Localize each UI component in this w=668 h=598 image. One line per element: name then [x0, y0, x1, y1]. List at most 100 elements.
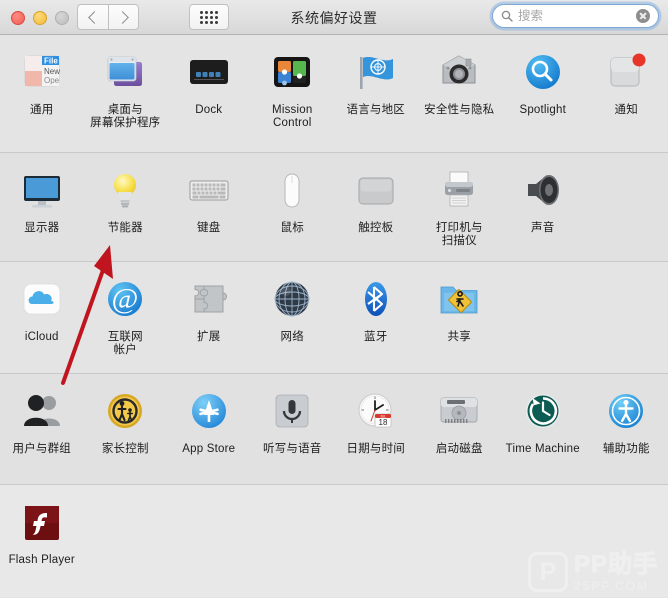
svg-text:@: @ [112, 283, 139, 315]
show-all-button[interactable] [189, 4, 229, 30]
minimize-button[interactable] [33, 11, 47, 25]
flash-player-icon [16, 497, 68, 549]
pref-pane-label: Dock [195, 104, 222, 117]
pref-pane-security-privacy[interactable]: 安全性与隐私 [418, 47, 502, 130]
pref-pane-startup-disk[interactable]: 启动磁盘 [418, 386, 502, 456]
pref-pane-label: 通用 [30, 104, 53, 117]
pref-pane-notifications[interactable]: 通知 [585, 47, 668, 130]
pref-pane-energy-saver[interactable]: 节能器 [84, 165, 168, 248]
general-icon: File New Ope [16, 47, 68, 99]
search-input[interactable] [518, 9, 636, 23]
pref-pane-icloud[interactable]: iCloud [0, 274, 84, 357]
pref-pane-printers-scanners[interactable]: 打印机与 扫描仪 [418, 165, 502, 248]
pref-pane-label: 蓝牙 [364, 331, 387, 344]
pref-pane-label: Mission Control [272, 104, 312, 130]
pref-pane-label: 日期与时间 [347, 443, 406, 456]
pref-pane-app-store[interactable]: App Store [167, 386, 251, 456]
pref-pane-flash-player[interactable]: Flash Player [0, 497, 84, 567]
sound-speaker-icon [517, 165, 569, 217]
pref-pane-keyboard[interactable]: 键盘 [167, 165, 251, 248]
personal-row: File New Ope 通用 [0, 35, 668, 153]
trackpad-icon [350, 165, 402, 217]
pref-pane-label: 听写与语音 [263, 443, 322, 456]
pref-pane-bluetooth[interactable]: 蓝牙 [334, 274, 418, 357]
pref-pane-spotlight[interactable]: Spotlight [501, 47, 585, 130]
close-button[interactable] [11, 11, 25, 25]
pref-pane-sharing[interactable]: 共享 [418, 274, 502, 357]
spotlight-icon [517, 47, 569, 99]
pref-pane-network[interactable]: 网络 [251, 274, 335, 357]
svg-text:Ope: Ope [44, 76, 60, 85]
parental-controls-icon [99, 386, 151, 438]
pref-pane-label: 键盘 [197, 222, 220, 235]
pref-pane-label: 声音 [531, 222, 554, 235]
chevron-left-icon [88, 11, 101, 24]
pref-pane-language-region[interactable]: 语言与地区 [334, 47, 418, 130]
pref-pane-general[interactable]: File New Ope 通用 [0, 47, 84, 130]
zoom-button-disabled [55, 11, 69, 25]
extensions-puzzle-icon [183, 274, 235, 326]
pref-pane-label: 共享 [448, 331, 471, 344]
clear-icon[interactable] [636, 9, 650, 23]
search-field[interactable] [492, 4, 659, 28]
internet-wireless-row: iCloud @ 互联 [0, 262, 668, 374]
traffic-light-buttons [11, 11, 69, 25]
svg-text:File: File [44, 57, 58, 66]
pref-pane-accessibility[interactable]: 辅助功能 [585, 386, 668, 456]
displays-icon [16, 165, 68, 217]
pref-pane-label: 触控板 [358, 222, 393, 235]
pref-pane-parental-controls[interactable]: 家长控制 [84, 386, 168, 456]
desktop-screensaver-icon [99, 47, 151, 99]
chevron-right-icon [116, 11, 129, 24]
pref-pane-dictation-speech[interactable]: 听写与语音 [251, 386, 335, 456]
dictation-speech-mic-icon [266, 386, 318, 438]
date-time-clock-icon: JUL 18 [350, 386, 402, 438]
network-globe-icon [266, 274, 318, 326]
pref-pane-desktop-screensaver[interactable]: 桌面与 屏幕保护程序 [84, 47, 168, 130]
pref-pane-dock[interactable]: Dock [167, 47, 251, 130]
system-row: 用户与群组 家长控制 [0, 374, 668, 485]
language-region-flag-icon [350, 47, 402, 99]
icloud-icon [16, 274, 68, 326]
pref-pane-label: 节能器 [108, 222, 143, 235]
startup-disk-icon [433, 386, 485, 438]
pref-pane-users-groups[interactable]: 用户与群组 [0, 386, 84, 456]
back-button[interactable] [77, 4, 108, 30]
pref-pane-time-machine[interactable]: Time Machine [501, 386, 585, 456]
pref-pane-mission-control[interactable]: Mission Control [251, 47, 335, 130]
svg-text:18: 18 [378, 418, 387, 427]
pref-pane-label: 家长控制 [102, 443, 149, 456]
pref-pane-label: 启动磁盘 [436, 443, 483, 456]
pref-pane-label: 扩展 [197, 331, 220, 344]
accessibility-icon [600, 386, 652, 438]
dock-icon [183, 47, 235, 99]
internet-accounts-at-icon: @ [99, 274, 151, 326]
other-row: Flash Player [0, 485, 668, 597]
pref-pane-sound[interactable]: 声音 [501, 165, 585, 248]
forward-button[interactable] [108, 4, 139, 30]
pref-pane-displays[interactable]: 显示器 [0, 165, 84, 248]
pref-pane-label: 语言与地区 [347, 104, 406, 117]
time-machine-icon [517, 386, 569, 438]
app-store-icon [183, 386, 235, 438]
pref-pane-mouse[interactable]: 鼠标 [251, 165, 335, 248]
pref-pane-label: 用户与群组 [13, 443, 72, 456]
pref-pane-label: 显示器 [24, 222, 59, 235]
energy-saver-bulb-icon [99, 165, 151, 217]
pref-pane-label: iCloud [25, 331, 59, 344]
mission-control-icon [266, 47, 318, 99]
bluetooth-icon [350, 274, 402, 326]
pref-pane-label: 打印机与 扫描仪 [436, 222, 483, 248]
pref-pane-label: 安全性与隐私 [424, 104, 494, 117]
hardware-row: 显示器 [0, 153, 668, 262]
pref-pane-label: 网络 [281, 331, 304, 344]
pref-pane-label: Spotlight [519, 104, 566, 117]
pref-pane-extensions[interactable]: 扩展 [167, 274, 251, 357]
pref-pane-label: App Store [182, 443, 235, 456]
printers-scanners-icon [433, 165, 485, 217]
pref-pane-trackpad[interactable]: 触控板 [334, 165, 418, 248]
search-icon [501, 10, 513, 22]
keyboard-icon [183, 165, 235, 217]
pref-pane-date-time[interactable]: JUL 18 日期与时间 [334, 386, 418, 456]
pref-pane-internet-accounts[interactable]: @ 互联网 帐户 [84, 274, 168, 357]
